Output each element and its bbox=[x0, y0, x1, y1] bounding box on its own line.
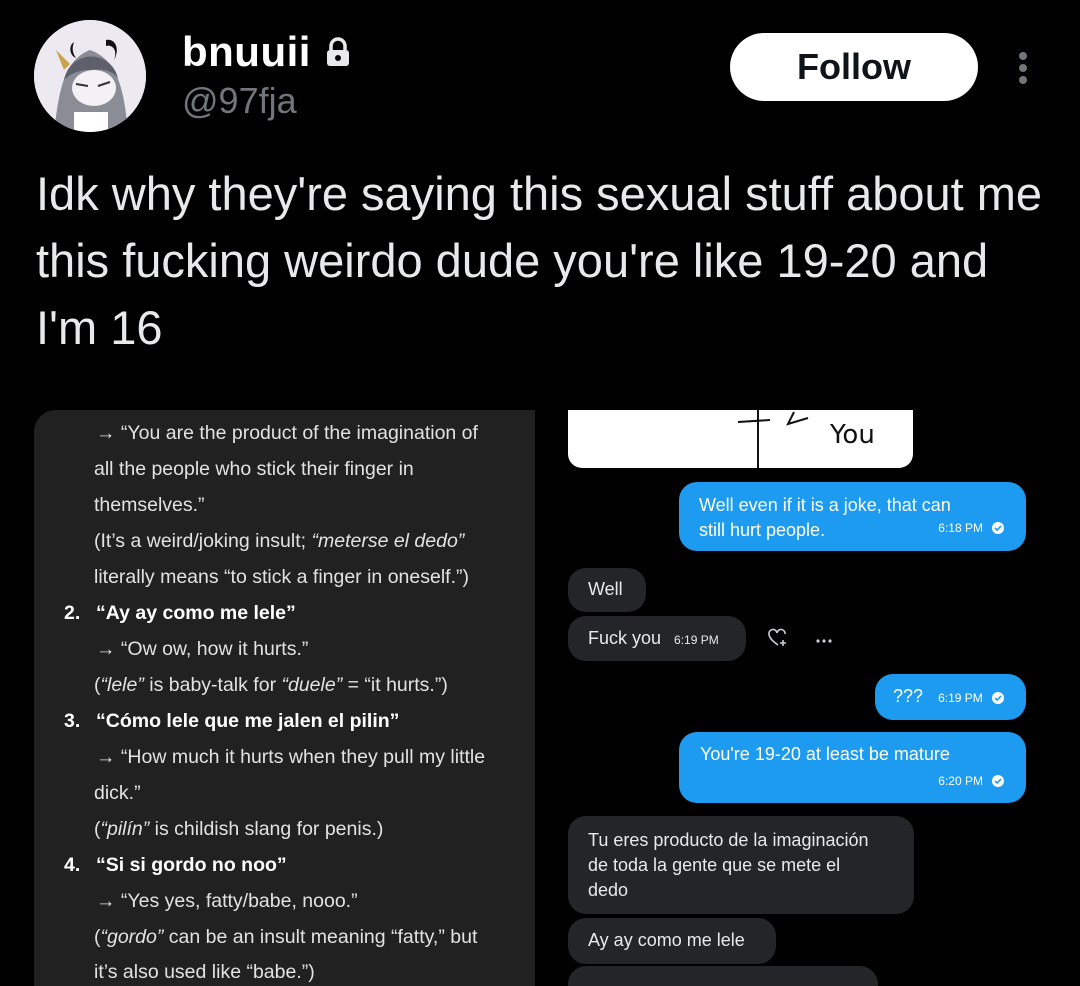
message-time: 6:19 PM bbox=[674, 633, 719, 647]
message-bubble-incoming[interactable]: Tu eres producto de la imaginación de to… bbox=[568, 816, 914, 914]
list-heading: “Ay ay como me lele” bbox=[96, 602, 296, 624]
translation-line: it’s also used like “babe.”) bbox=[94, 961, 315, 983]
translation-italic: “duele” bbox=[281, 674, 343, 696]
message-text: You're 19-20 at least be mature bbox=[700, 744, 950, 764]
translation-line: dick.” bbox=[94, 782, 141, 804]
message-line: dedo bbox=[588, 880, 629, 900]
translation-line: literally means “to stick a finger in on… bbox=[94, 566, 469, 588]
display-name[interactable]: bnuuii bbox=[182, 28, 311, 76]
message-text: Well bbox=[588, 579, 623, 599]
avatar-image bbox=[34, 20, 146, 132]
follow-button[interactable]: Follow bbox=[730, 33, 978, 101]
list-heading: “Cómo lele que me jalen el pilin” bbox=[96, 710, 400, 732]
tweet-text: Idk why they're saying this sexual stuff… bbox=[36, 167, 1043, 354]
translation-line: → “Ow ow, how it hurts.” bbox=[96, 638, 309, 660]
message-text: ??? bbox=[893, 686, 924, 706]
media-translation-screenshot[interactable]: → “You are the product of the imaginatio… bbox=[34, 410, 535, 986]
read-check-icon bbox=[992, 522, 1004, 534]
message-line: de toda la gente que se mete el bbox=[588, 855, 841, 875]
translation-text: (It’s a weird/joking insult; bbox=[94, 530, 312, 552]
more-vertical-icon[interactable] bbox=[1010, 48, 1036, 88]
translation-line: (“gordo” can be an insult meaning “fatty… bbox=[94, 926, 477, 949]
translation-line: (It’s a weird/joking insult; “meterse el… bbox=[94, 530, 464, 553]
add-reaction-icon[interactable] bbox=[767, 628, 789, 648]
message-text: Ay ay como me lele bbox=[588, 930, 745, 950]
translation-text: is baby-talk for bbox=[143, 674, 282, 696]
name-row: bnuuii bbox=[182, 28, 351, 76]
list-number: 4. bbox=[64, 854, 81, 876]
message-bubble-outgoing[interactable]: ??? 6:19 PM bbox=[875, 674, 1026, 720]
translation-line: themselves.” bbox=[94, 494, 205, 516]
message-time: 6:18 PM bbox=[938, 521, 983, 535]
translation-text: = “it hurts.”) bbox=[342, 674, 448, 696]
message-time: 6:20 PM bbox=[938, 774, 983, 788]
message-bubble-outgoing[interactable]: Well even if it is a joke, that can stil… bbox=[679, 482, 1026, 551]
translation-line: → “How much it hurts when they pull my l… bbox=[96, 746, 486, 768]
avatar[interactable] bbox=[34, 20, 146, 132]
message-meta: 6:18 PM bbox=[938, 514, 1004, 541]
message-bubble-outgoing[interactable]: You're 19-20 at least be mature 6:20 PM bbox=[679, 732, 1026, 803]
message-time: 6:19 PM bbox=[938, 691, 983, 705]
message-line: Tu eres producto de la imaginación bbox=[588, 830, 869, 850]
lock-icon bbox=[325, 37, 351, 67]
message-bubble-incoming[interactable]: Well bbox=[568, 568, 646, 612]
translation-text: is childish slang for penis.) bbox=[149, 818, 384, 840]
translation-italic: “gordo” bbox=[100, 926, 164, 948]
read-check-icon bbox=[992, 775, 1004, 787]
translation-italic: “meterse el dedo” bbox=[311, 530, 465, 552]
message-bubble-incoming[interactable]: Ay ay como me lele bbox=[568, 918, 776, 964]
message-bubble-incoming[interactable]: Fuck you 6:19 PM bbox=[568, 616, 746, 661]
translation-text: can be an insult meaning “fatty,” but bbox=[163, 926, 478, 948]
sketch-label: You bbox=[830, 420, 875, 450]
media-chat-screenshot[interactable]: You Well even if it is a joke, that can … bbox=[545, 410, 1080, 986]
list-number: 3. bbox=[64, 710, 81, 732]
sketch-image: You bbox=[568, 410, 913, 468]
message-meta: 6:20 PM bbox=[938, 767, 1004, 794]
user-handle[interactable]: @97fja bbox=[182, 80, 297, 122]
translation-italic: “lele” bbox=[100, 674, 144, 696]
translation-line: → “You are the product of the imaginatio… bbox=[96, 422, 478, 444]
list-heading: “Si si gordo no noo” bbox=[96, 854, 287, 876]
list-number: 2. bbox=[64, 602, 81, 624]
translation-line: (“lele” is baby-talk for “duele” = “it h… bbox=[94, 674, 448, 697]
message-bubble-incoming[interactable] bbox=[568, 966, 878, 986]
translation-line: → “Yes yes, fatty/babe, nooo.” bbox=[96, 890, 358, 912]
translation-line: all the people who stick their finger in bbox=[94, 458, 414, 480]
translation-line: (“pilín” is childish slang for penis.) bbox=[94, 818, 383, 841]
read-check-icon bbox=[991, 692, 1004, 704]
translation-italic: “pilín” bbox=[100, 818, 150, 840]
more-horizontal-icon[interactable] bbox=[815, 632, 833, 643]
message-text: Fuck you bbox=[588, 628, 662, 648]
